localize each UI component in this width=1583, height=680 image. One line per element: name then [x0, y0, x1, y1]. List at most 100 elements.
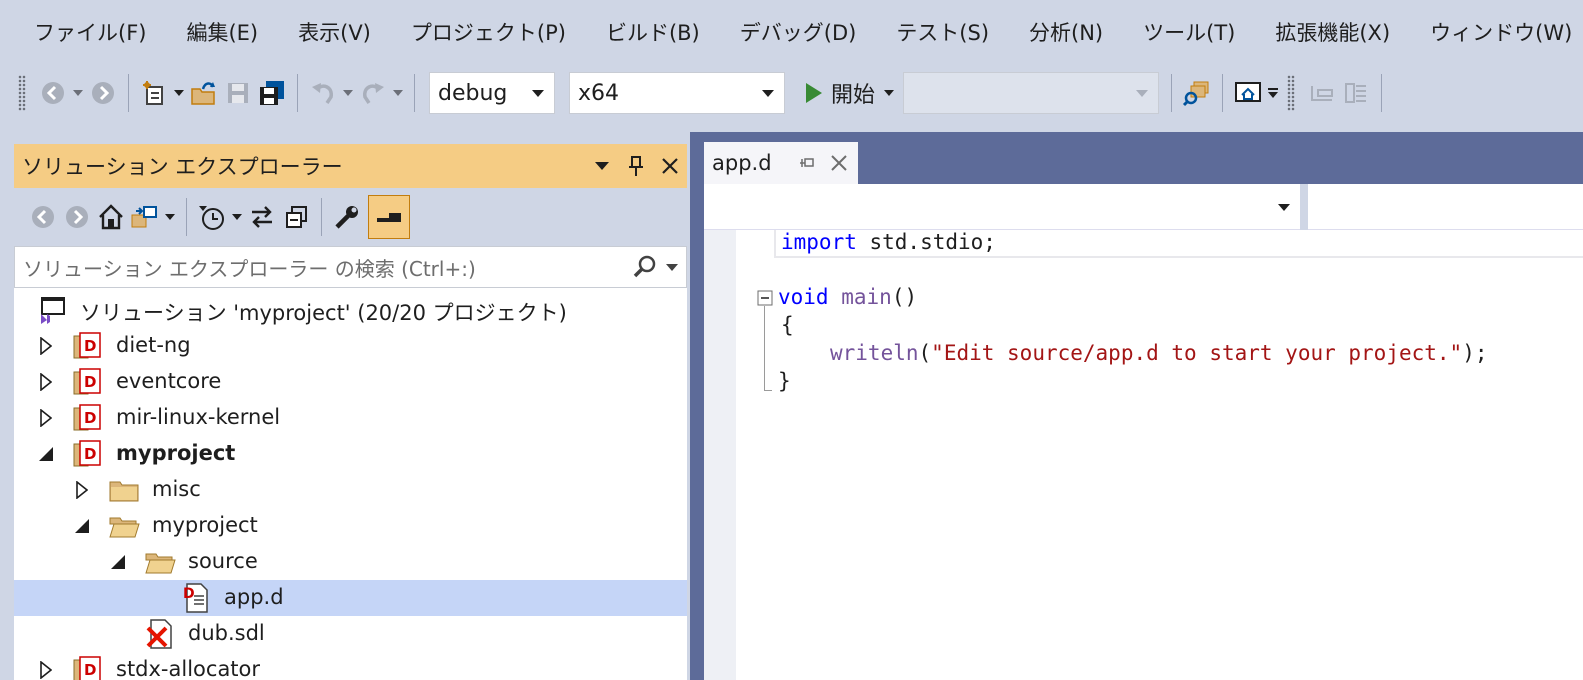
expanded-arrow-icon[interactable]: [36, 444, 56, 464]
switch-views-icon[interactable]: [128, 200, 162, 234]
tree-item-label: diet-ng: [116, 333, 191, 357]
svg-text:D: D: [84, 661, 96, 679]
save-icon[interactable]: [221, 76, 255, 110]
tree-item-project[interactable]: Dstdx-allocator: [14, 652, 687, 680]
navigate-back-dropdown-icon[interactable]: [70, 76, 86, 110]
tree-item-project[interactable]: Ddiet-ng: [14, 328, 687, 364]
d-project-icon: D: [72, 438, 104, 470]
menu-window[interactable]: ウィンドウ(W): [1430, 17, 1572, 47]
navigate-back-icon[interactable]: [36, 76, 70, 110]
tab-app-d[interactable]: app.d: [704, 142, 858, 184]
tree-item-folder-open[interactable]: myproject: [14, 508, 687, 544]
comment-out-icon[interactable]: [1305, 76, 1339, 110]
d-source-file-icon: D: [180, 582, 212, 614]
collapsed-arrow-icon[interactable]: [36, 408, 56, 428]
collapse-all-icon[interactable]: [279, 200, 313, 234]
close-icon[interactable]: [653, 144, 687, 188]
svg-text:D: D: [84, 373, 96, 391]
menu-build[interactable]: ビルド(B): [606, 17, 700, 47]
preview-selected-items-button[interactable]: [368, 195, 410, 239]
collapsed-arrow-icon[interactable]: [36, 336, 56, 356]
properties-wrench-icon[interactable]: [330, 200, 364, 234]
tree-item-excluded[interactable]: dub.sdl: [14, 616, 687, 652]
toolbar-overflow-icon[interactable]: [1265, 76, 1281, 110]
start-debugging-button[interactable]: 開始: [805, 77, 875, 109]
forward-icon[interactable]: [60, 200, 94, 234]
d-project-icon: D: [72, 654, 104, 680]
svg-text:D: D: [183, 586, 195, 602]
new-project-icon[interactable]: [137, 76, 171, 110]
tree-item-folder-open[interactable]: source: [14, 544, 687, 580]
member-dropdown[interactable]: [1308, 184, 1583, 230]
search-options-dropdown-icon[interactable]: [666, 263, 678, 271]
save-all-icon[interactable]: [255, 76, 289, 110]
start-dropdown-icon[interactable]: [881, 76, 897, 110]
toolbar-grip[interactable]: [1287, 75, 1296, 111]
switch-views-dropdown-icon[interactable]: [162, 200, 178, 234]
outline-line: [764, 306, 765, 390]
filter-dropdown-icon[interactable]: [229, 200, 245, 234]
tree-item-project[interactable]: Deventcore: [14, 364, 687, 400]
collapsed-arrow-icon[interactable]: [36, 372, 56, 392]
navigation-bar-splitter[interactable]: [1300, 184, 1308, 230]
menu-view[interactable]: 表示(V): [298, 17, 371, 47]
tree-item-solution[interactable]: ソリューション 'myproject' (20/20 プロジェクト): [14, 292, 687, 328]
tree-item-project[interactable]: Dmir-linux-kernel: [14, 400, 687, 436]
d-project-icon: D: [72, 402, 104, 434]
collapsed-arrow-icon[interactable]: [36, 660, 56, 680]
tree-item-dfile[interactable]: Dapp.d: [14, 580, 687, 616]
search-icon[interactable]: [632, 254, 658, 280]
folder-open-icon: [108, 510, 140, 542]
toolbar-separator: [128, 74, 129, 112]
expanded-arrow-icon[interactable]: [72, 516, 92, 536]
navigate-forward-icon[interactable]: [86, 76, 120, 110]
find-in-files-icon[interactable]: [1180, 76, 1214, 110]
tree-item-folder[interactable]: misc: [14, 472, 687, 508]
uncomment-icon[interactable]: [1339, 76, 1373, 110]
pending-changes-filter-icon[interactable]: [195, 200, 229, 234]
line-gutter: [704, 230, 736, 680]
menu-extensions[interactable]: 拡張機能(X): [1275, 17, 1390, 47]
back-icon[interactable]: [26, 200, 60, 234]
startup-item-select[interactable]: [903, 72, 1160, 114]
redo-dropdown-icon[interactable]: [390, 76, 406, 110]
undo-icon[interactable]: [306, 76, 340, 110]
new-project-dropdown-icon[interactable]: [171, 76, 187, 110]
toolbar-separator: [186, 198, 187, 236]
collapse-region-icon[interactable]: [757, 290, 773, 306]
menu-tools[interactable]: ツール(T): [1143, 17, 1235, 47]
expanded-arrow-icon[interactable]: [108, 552, 128, 572]
menu-debug[interactable]: デバッグ(D): [740, 17, 857, 47]
menu-file[interactable]: ファイル(F): [34, 17, 146, 47]
toolbar-separator: [1381, 74, 1383, 112]
live-share-home-icon[interactable]: [1231, 76, 1265, 110]
d-project-icon: D: [72, 366, 104, 398]
window-position-dropdown-icon[interactable]: [585, 144, 619, 188]
menu-project[interactable]: プロジェクト(P): [411, 17, 566, 47]
tree-item-project[interactable]: Dmyproject: [14, 436, 687, 472]
chevron-down-icon: [532, 89, 544, 97]
pin-icon[interactable]: [619, 144, 653, 188]
close-tab-icon[interactable]: [830, 154, 848, 172]
pin-tab-icon[interactable]: [798, 155, 818, 171]
open-file-icon[interactable]: [187, 76, 221, 110]
menu-test[interactable]: テスト(S): [896, 17, 989, 47]
solution-platform-select[interactable]: x64: [569, 72, 785, 114]
solution-config-select[interactable]: debug: [429, 72, 555, 114]
menu-edit[interactable]: 編集(E): [186, 17, 258, 47]
svg-text:D: D: [84, 409, 96, 427]
solution-explorer-search-input[interactable]: ソリューション エクスプローラー の検索 (Ctrl+:): [14, 246, 687, 288]
scope-dropdown[interactable]: [704, 184, 1300, 230]
menu-analyze[interactable]: 分析(N): [1029, 17, 1103, 47]
collapsed-arrow-icon[interactable]: [72, 480, 92, 500]
code-line-6: }: [778, 369, 791, 393]
code-editor[interactable]: import std.stdio; void main() { writeln(…: [704, 230, 1583, 680]
home-icon[interactable]: [94, 200, 128, 234]
sync-with-active-document-icon[interactable]: [245, 200, 279, 234]
toolbar-grip[interactable]: [18, 75, 26, 111]
tree-item-label: eventcore: [116, 369, 222, 393]
redo-icon[interactable]: [356, 76, 390, 110]
undo-dropdown-icon[interactable]: [340, 76, 356, 110]
code-line-3: void main(): [778, 285, 918, 309]
toolbar-separator: [1171, 74, 1173, 112]
